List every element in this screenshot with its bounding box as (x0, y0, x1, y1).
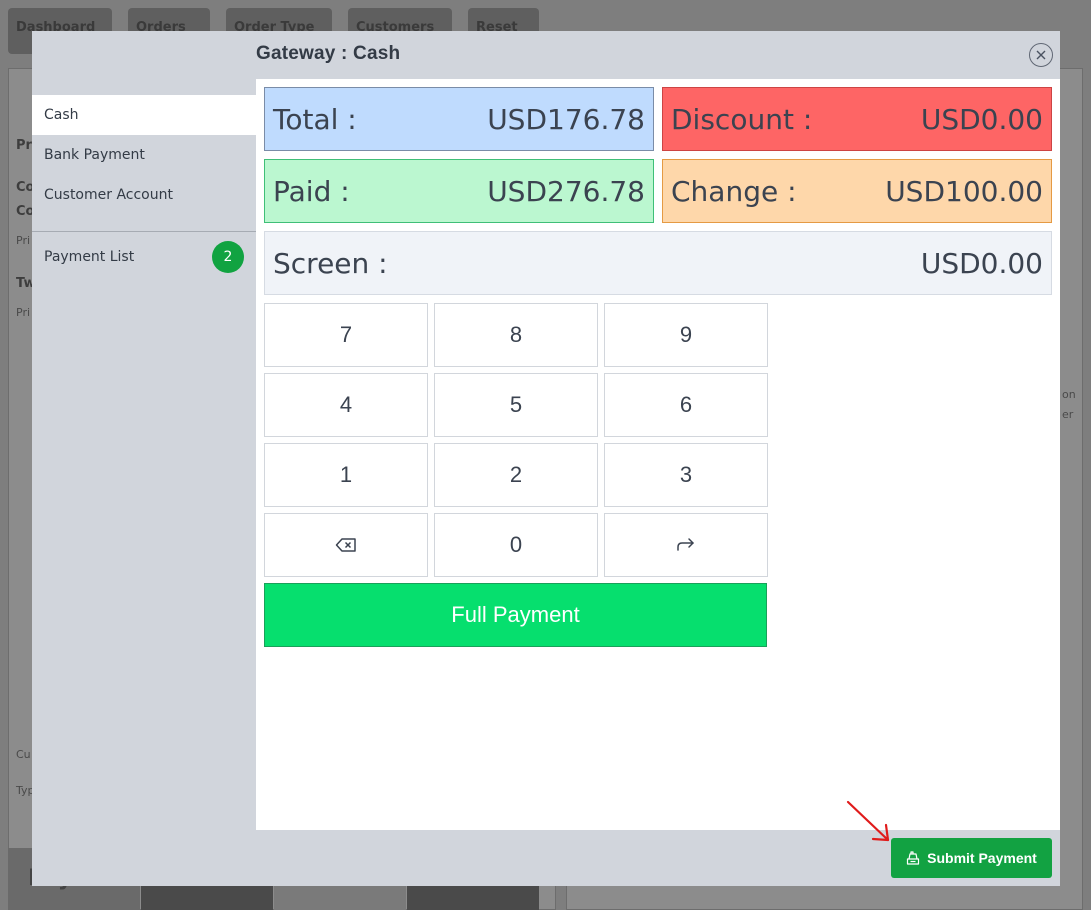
total-value: USD176.78 (487, 102, 645, 136)
total-label: Total : (273, 102, 357, 136)
paid-label: Paid : (273, 174, 350, 208)
redo-arrow-icon (677, 538, 694, 551)
backspace-icon (335, 538, 356, 552)
full-payment-button[interactable]: Full Payment (264, 583, 767, 647)
payment-count-badge: 2 (212, 241, 244, 273)
bg-fragment: Pri (16, 306, 31, 319)
keypad-key-7[interactable]: 7 (264, 303, 428, 367)
modal-title: Gateway : Cash (256, 43, 401, 64)
screen-value: USD0.00 (920, 246, 1043, 280)
keypad-key-4[interactable]: 4 (264, 373, 428, 437)
change-amount-box: Change : USD100.00 (662, 159, 1052, 223)
keypad-key-5[interactable]: 5 (434, 373, 598, 437)
change-value: USD100.00 (885, 174, 1043, 208)
keypad-key-2[interactable]: 2 (434, 443, 598, 507)
submit-payment-button[interactable]: Submit Payment (891, 838, 1052, 878)
discount-label: Discount : (671, 102, 813, 136)
keypad-key-3[interactable]: 3 (604, 443, 768, 507)
sidebar-item-label: Payment List (44, 249, 135, 265)
sidebar-item-customer-account[interactable]: Customer Account (32, 175, 256, 215)
discount-value: USD0.00 (920, 102, 1043, 136)
gateway-sidebar: Cash Bank Payment Customer Account Payme… (32, 95, 256, 278)
sidebar-divider (32, 231, 256, 232)
payment-content: Total : USD176.78 Discount : USD0.00 Pai… (256, 79, 1060, 830)
paid-value: USD276.78 (487, 174, 645, 208)
keypad-key-6[interactable]: 6 (604, 373, 768, 437)
annotation-arrow-icon (846, 800, 890, 842)
bg-fragment: Cu (16, 748, 31, 761)
keypad-enter-button[interactable] (604, 513, 768, 577)
sidebar-item-label: Cash (44, 107, 79, 123)
keypad-key-9[interactable]: 9 (604, 303, 768, 367)
bg-fragment: er (1062, 408, 1074, 421)
keypad-key-0[interactable]: 0 (434, 513, 598, 577)
bg-fragment: Pri (16, 234, 31, 247)
sidebar-item-payment-list[interactable]: Payment List 2 (32, 236, 256, 278)
keypad-backspace-button[interactable] (264, 513, 428, 577)
keypad-key-1[interactable]: 1 (264, 443, 428, 507)
payment-modal: Gateway : Cash Cash Bank Payment Custome… (32, 31, 1060, 886)
sidebar-item-cash[interactable]: Cash (32, 95, 256, 135)
screen-amount-box: Screen : USD0.00 (264, 231, 1052, 295)
sidebar-item-label: Customer Account (44, 187, 173, 203)
sidebar-item-label: Bank Payment (44, 147, 145, 163)
screen-label: Screen : (273, 246, 388, 280)
sidebar-item-bank-payment[interactable]: Bank Payment (32, 135, 256, 175)
bg-fragment: Pr (16, 138, 32, 153)
discount-amount-box: Discount : USD0.00 (662, 87, 1052, 151)
paid-amount-box: Paid : USD276.78 (264, 159, 654, 223)
close-button[interactable] (1029, 43, 1053, 67)
bg-fragment: on (1062, 388, 1076, 401)
total-amount-box: Total : USD176.78 (264, 87, 654, 151)
change-label: Change : (671, 174, 797, 208)
close-icon (1036, 50, 1046, 60)
cash-register-icon (907, 851, 920, 865)
submit-payment-label: Submit Payment (927, 850, 1037, 866)
keypad-key-8[interactable]: 8 (434, 303, 598, 367)
